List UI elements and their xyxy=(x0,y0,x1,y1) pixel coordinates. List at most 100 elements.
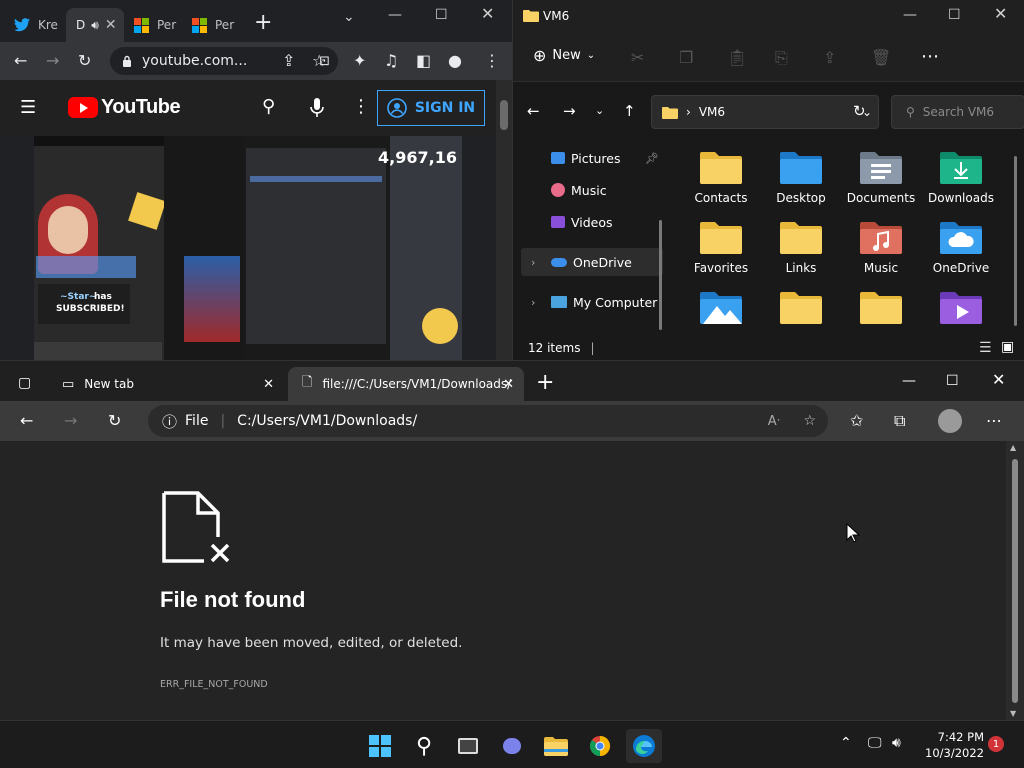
network-icon[interactable]: 🖵︎ xyxy=(868,735,882,751)
start-button[interactable] xyxy=(362,729,398,763)
close-tab-icon[interactable]: ✕ xyxy=(105,17,117,33)
edge-scrollbar[interactable]: ▲ ▼ xyxy=(1006,441,1024,720)
forward-icon[interactable]: → xyxy=(64,412,77,430)
expand-chevron-icon[interactable]: › xyxy=(531,296,535,309)
pin-icon[interactable]: 📌︎ xyxy=(645,152,659,165)
chrome-tab-per-1[interactable]: Per xyxy=(124,8,180,42)
grid-item-folder[interactable] xyxy=(761,290,841,331)
task-view-button[interactable] xyxy=(450,729,486,763)
close-icon[interactable]: ✕ xyxy=(992,372,1005,388)
details-view-icon[interactable]: ☰ xyxy=(979,340,992,356)
up-icon[interactable]: ↑ xyxy=(623,102,636,120)
sidebar-item-my-computer[interactable]: › My Computer xyxy=(521,288,663,316)
delete-icon[interactable]: 🗑︎ xyxy=(871,48,891,67)
info-icon[interactable]: ⓘ xyxy=(162,411,177,432)
reload-icon[interactable]: ↻ xyxy=(78,52,91,70)
grid-item-onedrive[interactable]: OneDrive xyxy=(921,220,1001,275)
side-panel-icon[interactable]: ◧ xyxy=(416,52,431,70)
explorer-search-box[interactable]: ⚲ Search VM6 xyxy=(891,95,1024,129)
sidebar-item-videos[interactable]: Videos xyxy=(521,208,663,236)
chevron-down-icon[interactable]: ⌄ xyxy=(343,10,355,24)
audio-icon[interactable]: 🔊︎ xyxy=(91,18,99,33)
cut-icon[interactable]: ✂ xyxy=(631,48,644,67)
close-icon[interactable]: ✕ xyxy=(994,6,1007,22)
chrome-menu-icon[interactable]: ⋮ xyxy=(484,52,500,70)
explorer-address-bar[interactable]: › VM6 ⌄ xyxy=(651,95,879,129)
back-icon[interactable]: ← xyxy=(527,102,540,120)
read-aloud-icon[interactable]: Aᐧ xyxy=(768,414,780,429)
grid-item-documents[interactable]: Documents xyxy=(841,150,921,205)
chrome-scrollbar-thumb[interactable] xyxy=(500,100,508,130)
chrome-address-bar[interactable]: youtube.com... ⊡ xyxy=(110,47,338,75)
chrome-tab-active[interactable]: D 🔊︎ ✕ xyxy=(66,8,124,42)
sidebar-item-onedrive[interactable]: › OneDrive xyxy=(521,248,663,276)
collections-icon[interactable]: ⧉ xyxy=(894,412,905,430)
extensions-icon[interactable]: ✦ xyxy=(353,52,366,70)
taskbar-search-button[interactable]: ⚲ xyxy=(406,729,442,763)
tiles-view-icon[interactable]: ▣ xyxy=(1001,339,1014,355)
youtube-sign-in-button[interactable]: SIGN IN xyxy=(377,90,485,126)
new-tab-icon[interactable]: + xyxy=(536,370,554,395)
expand-chevron-icon[interactable]: › xyxy=(531,256,535,269)
grid-item-desktop[interactable]: Desktop xyxy=(761,150,841,205)
grid-item-downloads[interactable]: Downloads xyxy=(921,150,1001,205)
sidebar-item-music[interactable]: Music xyxy=(521,176,663,204)
paste-icon[interactable]: 📋︎ xyxy=(727,48,747,67)
edge-address-bar[interactable]: ⓘ File | C:/Users/VM1/Downloads/ Aᐧ ☆ xyxy=(148,405,828,437)
close-tab-icon[interactable]: ✕ xyxy=(503,377,514,392)
edge-tab-active[interactable]: 🗋︎ file:///C:/Users/VM1/Downloads/ ✕ xyxy=(288,367,524,401)
tab-actions-icon[interactable]: ▢ xyxy=(18,375,31,391)
maximize-icon[interactable]: ☐ xyxy=(946,374,959,388)
grid-item-pictures[interactable] xyxy=(681,290,761,331)
scroll-up-icon[interactable]: ▲ xyxy=(1010,443,1016,452)
forward-icon[interactable]: → xyxy=(563,102,576,120)
forward-icon[interactable]: → xyxy=(46,52,59,70)
grid-item-contacts[interactable]: Contacts xyxy=(681,150,761,205)
favorites-icon[interactable]: ✩ xyxy=(850,412,863,430)
maximize-icon[interactable]: ☐ xyxy=(435,8,448,22)
show-hidden-icons-icon[interactable]: ⌃ xyxy=(840,735,852,751)
recent-locations-icon[interactable]: ⌄ xyxy=(595,102,604,120)
edge-taskbar-button[interactable] xyxy=(626,729,662,763)
grid-scrollbar[interactable] xyxy=(1014,156,1017,326)
sidebar-scrollbar[interactable] xyxy=(659,220,662,330)
search-icon[interactable]: ⚲ xyxy=(262,96,275,117)
close-icon[interactable]: ✕ xyxy=(481,6,494,22)
refresh-icon[interactable]: ↻ xyxy=(108,412,121,430)
minimize-icon[interactable]: — xyxy=(388,8,402,22)
close-tab-icon[interactable]: ✕ xyxy=(263,377,274,392)
chrome-taskbar-button[interactable] xyxy=(582,729,618,763)
media-queue-icon[interactable]: ♫ xyxy=(384,52,398,70)
copy-icon[interactable]: ❐ xyxy=(679,48,693,67)
edge-scrollbar-thumb[interactable] xyxy=(1012,459,1018,703)
grid-item-videos[interactable] xyxy=(921,290,1001,331)
grid-item-folder[interactable] xyxy=(841,290,921,331)
minimize-icon[interactable]: — xyxy=(902,374,916,388)
chrome-scrollbar[interactable] xyxy=(496,80,512,360)
share-icon[interactable]: ⇪ xyxy=(823,48,836,67)
breadcrumb[interactable]: VM6 xyxy=(699,105,725,119)
profile-icon[interactable]: ● xyxy=(448,52,462,70)
grid-item-music[interactable]: Music xyxy=(841,220,921,275)
see-more-icon[interactable]: ⋯ xyxy=(921,46,939,67)
system-clock[interactable]: 7:42 PM 10/3/2022 xyxy=(920,729,984,761)
rename-icon[interactable]: ⎘ xyxy=(775,48,788,68)
volume-icon[interactable]: 🔊︎ xyxy=(892,735,901,751)
grid-item-favorites[interactable]: Favorites xyxy=(681,220,761,275)
edge-tab-new-tab[interactable]: ▭ New tab ✕ xyxy=(48,367,284,401)
add-favorite-icon[interactable]: ☆ xyxy=(803,413,816,429)
back-icon[interactable]: ← xyxy=(20,412,33,430)
back-icon[interactable]: ← xyxy=(14,52,27,70)
profile-avatar[interactable] xyxy=(938,409,962,433)
chrome-tab-per-2[interactable]: Per xyxy=(182,8,240,42)
more-options-icon[interactable]: ⋮ xyxy=(352,96,370,117)
chat-button[interactable] xyxy=(494,729,530,763)
settings-more-icon[interactable]: ⋯ xyxy=(986,412,1002,430)
refresh-icon[interactable]: ↻ xyxy=(853,102,866,120)
grid-item-links[interactable]: Links xyxy=(761,220,841,275)
file-explorer-taskbar-button[interactable] xyxy=(538,729,574,763)
sidebar-item-pictures[interactable]: Pictures 📌︎ xyxy=(521,144,663,172)
maximize-icon[interactable]: ☐ xyxy=(948,8,961,22)
minimize-icon[interactable]: — xyxy=(903,8,917,22)
share-icon[interactable]: ⇪ xyxy=(282,52,295,70)
